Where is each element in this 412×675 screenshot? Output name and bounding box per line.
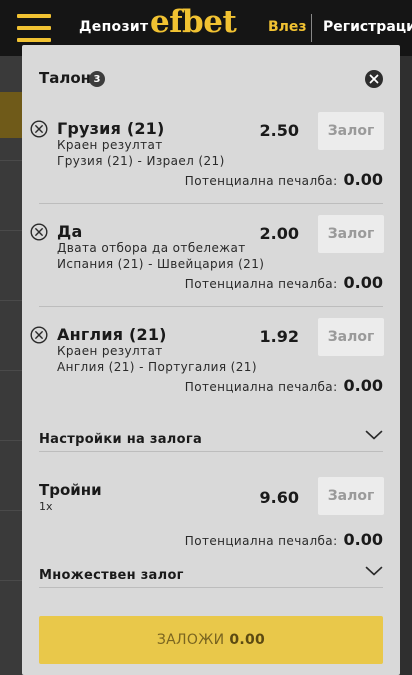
remove-circle-icon[interactable] xyxy=(30,120,48,138)
remove-circle-icon[interactable] xyxy=(30,223,48,241)
stake-input[interactable]: Залог xyxy=(318,215,384,253)
bet-odds: 2.50 xyxy=(259,121,299,140)
multiple-bet-label: Множествен залог xyxy=(39,568,184,583)
place-bet-button[interactable]: ЗАЛОЖИ 0.00 xyxy=(39,616,383,664)
payout-value: 0.00 xyxy=(343,530,383,549)
bet-market: Краен резултат xyxy=(57,344,163,358)
bet-selection: Да xyxy=(57,222,83,241)
chevron-down-icon xyxy=(365,430,383,440)
bet-slip-title: Талон xyxy=(39,69,92,87)
divider xyxy=(39,451,383,452)
login-link[interactable]: Влез xyxy=(268,19,307,35)
remove-circle-icon[interactable] xyxy=(30,326,48,344)
hamburger-menu-icon[interactable] xyxy=(17,14,51,42)
bet-settings-toggle[interactable]: Настройки на залога xyxy=(39,428,383,452)
place-bet-amount: 0.00 xyxy=(229,632,266,648)
potential-payout: Потенциална печалба: 0.00 xyxy=(185,376,383,395)
stake-input[interactable]: Залог xyxy=(318,112,384,150)
payout-label: Потенциална печалба: xyxy=(184,534,338,548)
bet-item: Грузия (21) Краен резултат Грузия (21) -… xyxy=(22,112,400,212)
bet-count-badge: 3 xyxy=(89,71,105,87)
bet-odds: 2.00 xyxy=(259,224,299,243)
bet-selection: Грузия (21) xyxy=(57,119,165,138)
combo-potential-payout: Потенциална печалба: 0.00 xyxy=(185,530,383,549)
bet-item: Англия (21) Краен резултат Англия (21) -… xyxy=(22,318,400,418)
place-bet-label: ЗАЛОЖИ xyxy=(156,632,225,648)
combo-odds: 9.60 xyxy=(259,488,299,507)
close-icon[interactable] xyxy=(365,70,383,88)
bet-settings-label: Настройки на залога xyxy=(39,432,203,447)
combo-type-title: Тройни xyxy=(39,481,102,499)
bet-item: Да Двата отбора да отбележат Испания (21… xyxy=(22,215,400,315)
potential-payout: Потенциална печалба: 0.00 xyxy=(185,273,383,292)
payout-label: Потенциална печалба: xyxy=(184,174,338,188)
potential-payout: Потенциална печалба: 0.00 xyxy=(185,170,383,189)
bet-event: Испания (21) - Швейцария (21) xyxy=(57,257,265,271)
bet-slip-panel: Талон 3 Грузия (21) Краен резултат Грузи… xyxy=(22,45,400,675)
combo-stake-input[interactable]: Залог xyxy=(318,477,384,515)
divider xyxy=(39,306,383,307)
stake-input[interactable]: Залог xyxy=(318,318,384,356)
payout-value: 0.00 xyxy=(343,376,383,395)
bet-event: Грузия (21) - Израел (21) xyxy=(57,154,225,168)
register-link[interactable]: Регистрация xyxy=(323,19,412,35)
divider xyxy=(39,587,383,588)
bet-market: Двата отбора да отбележат xyxy=(57,241,246,255)
payout-label: Потенциална печалба: xyxy=(184,380,338,394)
bet-odds: 1.92 xyxy=(259,327,299,346)
payout-value: 0.00 xyxy=(343,273,383,292)
bet-market: Краен резултат xyxy=(57,138,163,152)
payout-label: Потенциална печалба: xyxy=(184,277,338,291)
combo-multiplier: 1x xyxy=(39,500,53,513)
chevron-down-icon xyxy=(365,566,383,576)
bet-selection: Англия (21) xyxy=(57,325,167,344)
deposit-link[interactable]: Депозит xyxy=(79,19,148,35)
header-separator xyxy=(311,14,312,42)
bet-event: Англия (21) - Португалия (21) xyxy=(57,360,257,374)
payout-value: 0.00 xyxy=(343,170,383,189)
efbet-logo[interactable]: efbet xyxy=(150,4,237,40)
divider xyxy=(39,203,383,204)
multiple-bet-toggle[interactable]: Множествен залог xyxy=(39,564,383,588)
